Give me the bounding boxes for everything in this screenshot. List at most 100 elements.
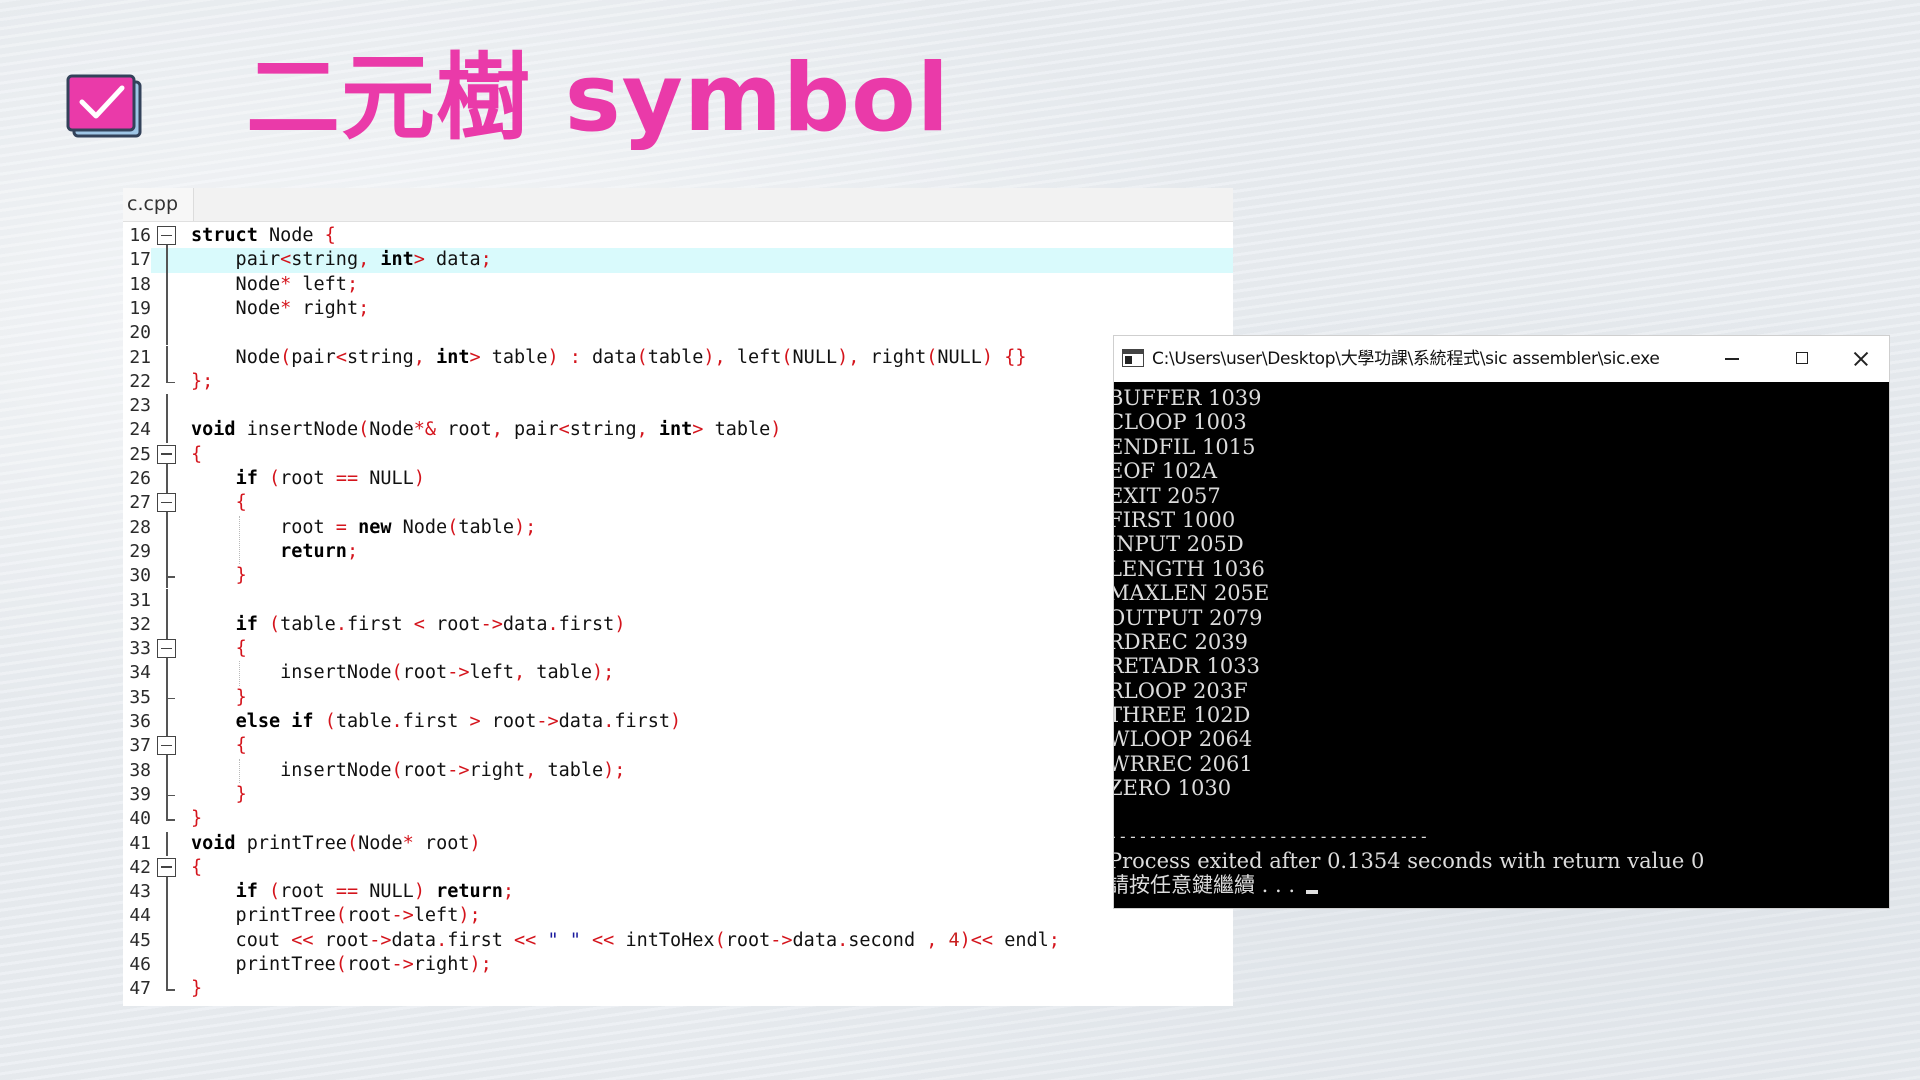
console-line: WLOOP 2064 (1114, 727, 1253, 752)
code-line[interactable]: 17 pair<string, int> data; (123, 248, 1233, 273)
code-line[interactable]: 16 struct Node { (123, 224, 1233, 249)
console-window[interactable]: C:\Users\user\Desktop\大學功課\系統程式\sic asse… (1114, 336, 1889, 908)
code-line[interactable]: 46 printTree(root->right); (123, 953, 1233, 978)
line-number: 33 (129, 638, 151, 660)
code-line[interactable]: 23 (123, 394, 1233, 419)
fold-guide (156, 515, 180, 540)
console-line: THREE 102D (1114, 703, 1251, 728)
console-line: LENGTH 1036 (1114, 556, 1265, 581)
code-line[interactable]: 35 } (123, 685, 1233, 710)
code-text: if (root == NULL) return; (235, 881, 515, 903)
code-area[interactable]: 16 struct Node {17 pair<string, int> data… (123, 224, 1233, 1006)
code-line[interactable]: 47} (123, 977, 1233, 1001)
code-line[interactable]: 18 Node* left; (123, 272, 1233, 297)
line-number: 17 (123, 248, 151, 273)
code-line[interactable]: 19 Node* right; (123, 296, 1233, 322)
code-text: Node* left; (191, 273, 359, 295)
code-line[interactable]: 36 else if (table.first > root->data.fir… (123, 710, 1233, 735)
code-line[interactable]: 24 void insertNode(Node*& root, pair<stri… (123, 418, 1233, 443)
console-line: WRREC 2061 (1114, 751, 1253, 776)
code-text: { (191, 443, 203, 465)
close-icon[interactable] (1833, 336, 1889, 382)
indent-guide (239, 758, 240, 783)
code-text: { (191, 856, 203, 878)
indent-guide (239, 661, 240, 686)
code-line[interactable]: 43 if (root == NULL) return; (123, 880, 1233, 905)
code-line[interactable]: 28 root = new Node(table); (123, 515, 1233, 540)
line-number: 21 (129, 346, 151, 368)
code-line[interactable]: 30 } (123, 564, 1233, 589)
line-number: 46 (129, 954, 151, 975)
line-number: 31 (129, 589, 151, 611)
code-line[interactable]: 31 (123, 588, 1233, 613)
code-line[interactable]: 21 Node(pair<string, int> table) : data(… (123, 345, 1233, 370)
line-number: 44 (129, 905, 151, 927)
code-line[interactable]: 42 { (123, 856, 1233, 881)
code-text: } (191, 808, 203, 830)
console-titlebar[interactable]: C:\Users\user\Desktop\大學功課\系統程式\sic asse… (1114, 336, 1889, 382)
console-output: BUFFER 1039 CLOOP 1003 ENDFIL 1015 EOF 102A… (1114, 382, 1889, 908)
line-number: 24 (129, 419, 151, 441)
line-number: 39 (129, 783, 151, 805)
code-line[interactable]: 39 } (123, 782, 1233, 808)
line-number: 34 (129, 662, 151, 684)
code-line[interactable]: 29 return; (123, 539, 1233, 565)
code-line[interactable]: 22}; (123, 369, 1233, 394)
editor-tab-file[interactable]: c.cpp (123, 188, 194, 221)
slide-title: 二元樹 symbol (246, 44, 950, 153)
line-number: 23 (129, 395, 151, 417)
code-line[interactable]: 41 void printTree(Node* root) (123, 831, 1233, 856)
code-line[interactable]: 27 { (123, 491, 1233, 516)
code-text: Node(pair<string, int> table) : data(tab… (191, 346, 1027, 368)
fold-collapse-icon[interactable] (156, 637, 180, 662)
line-number: 37 (129, 735, 151, 757)
maximize-icon[interactable] (1774, 336, 1830, 382)
console-line: BUFFER 1039 (1114, 386, 1262, 410)
code-line[interactable]: 40} (123, 807, 1233, 831)
console-separator: -------------------------------- (1114, 826, 1430, 846)
code-text: insertNode(root->right, table); (191, 759, 626, 781)
code-line[interactable]: 45 cout << root->data.first << " " << in… (123, 928, 1233, 953)
code-line[interactable]: 34 insertNode(root->left, table); (123, 661, 1233, 686)
code-line[interactable]: 32 if (table.first < root->data.first) (123, 612, 1233, 638)
code-text: { (235, 492, 247, 514)
fold-collapse-icon[interactable] (156, 491, 180, 516)
console-line: ENDFIL 1015 (1114, 434, 1256, 459)
console-line: INPUT 205D (1114, 532, 1244, 557)
minimize-icon[interactable] (1704, 336, 1760, 382)
code-text: } (191, 978, 203, 1000)
fold-guide (156, 928, 180, 953)
code-line[interactable]: 38 insertNode(root->right, table); (123, 758, 1233, 783)
code-line[interactable]: 25 { (123, 443, 1233, 467)
fold-guide (156, 880, 180, 905)
line-number: 26 (129, 468, 151, 489)
code-text: { (235, 638, 247, 660)
fold-guide (156, 661, 180, 686)
fold-end-marker (156, 807, 180, 831)
code-line[interactable]: 33 { (123, 637, 1233, 662)
console-prompt: 請按任意鍵繼續 . . . (1114, 873, 1889, 897)
fold-collapse-icon[interactable] (156, 443, 180, 467)
code-text: } (235, 565, 247, 587)
fold-collapse-icon[interactable] (156, 224, 180, 249)
fold-end-marker (156, 782, 180, 808)
fold-collapse-icon[interactable] (156, 856, 180, 881)
code-text: printTree(root->left); (191, 905, 481, 927)
fold-guide (156, 612, 180, 638)
fold-guide (156, 345, 180, 370)
line-number: 45 (129, 929, 151, 951)
line-number: 36 (129, 711, 151, 732)
checkbox-check-icon (66, 74, 142, 138)
indent-guide (239, 515, 240, 565)
code-text: root = new Node(table); (191, 516, 537, 538)
console-line: RDREC 2039 (1114, 629, 1248, 654)
fold-collapse-icon[interactable] (156, 734, 180, 759)
code-line[interactable]: 44 printTree(root->left); (123, 904, 1233, 929)
fold-guide (156, 394, 180, 419)
line-number: 18 (129, 273, 151, 295)
code-line[interactable]: 26 if (root == NULL) (123, 467, 1233, 492)
code-line[interactable]: 37 { (123, 734, 1233, 759)
code-text: else if (table.first > root->data.first) (235, 711, 682, 732)
code-line[interactable]: 20 (123, 321, 1233, 346)
code-editor[interactable]: c.cpp 16 struct Node {17 pair<string, int… (123, 188, 1233, 1006)
